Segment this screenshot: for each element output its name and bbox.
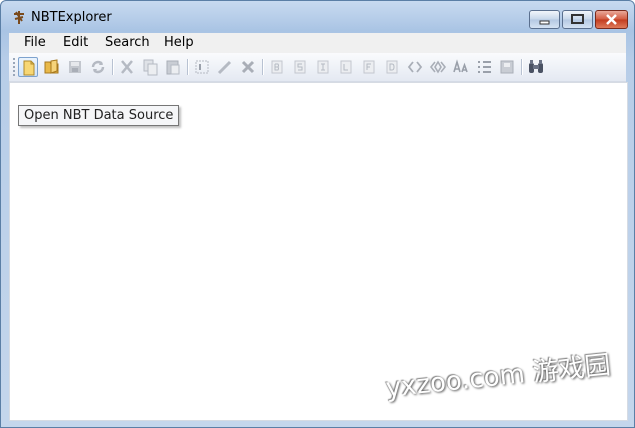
menu-help[interactable]: Help	[164, 35, 194, 50]
delete-icon	[241, 60, 255, 74]
rename-icon	[195, 60, 209, 74]
add-int-array-button[interactable]	[428, 57, 448, 77]
paste-icon	[166, 60, 180, 75]
menu-edit[interactable]: Edit	[63, 35, 88, 50]
find-button[interactable]	[526, 57, 546, 77]
paste-button[interactable]	[163, 57, 183, 77]
menu-bar: File Edit Search Help	[9, 33, 626, 53]
open-folder-icon	[44, 59, 59, 74]
open-file-icon	[23, 60, 35, 76]
minimize-icon	[539, 20, 550, 25]
close-icon	[606, 14, 617, 25]
add-float-tag-button[interactable]	[359, 57, 379, 77]
cut-icon	[121, 60, 133, 74]
add-short-tag-icon	[294, 60, 306, 74]
toolbar-separator	[112, 59, 114, 75]
close-button[interactable]	[595, 10, 628, 29]
edit-icon	[217, 60, 232, 75]
add-string-tag-icon	[453, 59, 468, 73]
maximize-icon	[571, 14, 584, 24]
add-list-tag-icon	[478, 61, 491, 73]
window-title: NBTExplorer	[31, 10, 112, 25]
minimize-button[interactable]	[529, 10, 560, 29]
copy-icon	[143, 59, 158, 76]
open-folder-button[interactable]	[42, 57, 62, 77]
menu-search[interactable]: Search	[105, 35, 150, 50]
toolbar	[9, 53, 626, 82]
toolbar-separator	[187, 59, 189, 75]
title-bar[interactable]: NBTExplorer	[1, 1, 634, 33]
toolbar-separator	[521, 59, 523, 75]
add-int-tag-icon	[317, 60, 329, 74]
maximize-button[interactable]	[562, 10, 593, 29]
refresh-icon	[91, 60, 105, 74]
add-double-tag-button[interactable]	[382, 57, 402, 77]
add-byte-array-button[interactable]	[405, 57, 425, 77]
find-icon	[529, 60, 543, 73]
add-byte-tag-button[interactable]	[267, 57, 287, 77]
edit-button[interactable]	[215, 57, 235, 77]
rename-button[interactable]	[192, 57, 212, 77]
add-byte-tag-icon	[271, 60, 283, 74]
toolbar-separator	[262, 59, 264, 75]
delete-button[interactable]	[238, 57, 258, 77]
cut-button[interactable]	[117, 57, 137, 77]
save-icon	[69, 61, 81, 73]
open-file-button[interactable]	[18, 57, 38, 77]
save-button[interactable]	[65, 57, 85, 77]
add-float-tag-icon	[363, 60, 375, 74]
add-long-tag-icon	[340, 60, 352, 74]
add-int-array-icon	[429, 60, 447, 74]
refresh-button[interactable]	[88, 57, 108, 77]
add-compound-tag-icon	[500, 60, 514, 74]
copy-button[interactable]	[140, 57, 160, 77]
add-int-tag-button[interactable]	[313, 57, 333, 77]
add-string-tag-button[interactable]	[451, 57, 471, 77]
add-list-tag-button[interactable]	[474, 57, 494, 77]
menu-file[interactable]: File	[24, 35, 46, 50]
add-double-tag-icon	[386, 60, 398, 74]
add-short-tag-button[interactable]	[290, 57, 310, 77]
add-compound-tag-button[interactable]	[497, 57, 517, 77]
tooltip: Open NBT Data Source	[18, 105, 180, 126]
add-byte-array-icon	[407, 61, 423, 73]
app-icon	[14, 11, 24, 24]
add-long-tag-button[interactable]	[336, 57, 356, 77]
toolbar-grip[interactable]	[13, 58, 15, 76]
